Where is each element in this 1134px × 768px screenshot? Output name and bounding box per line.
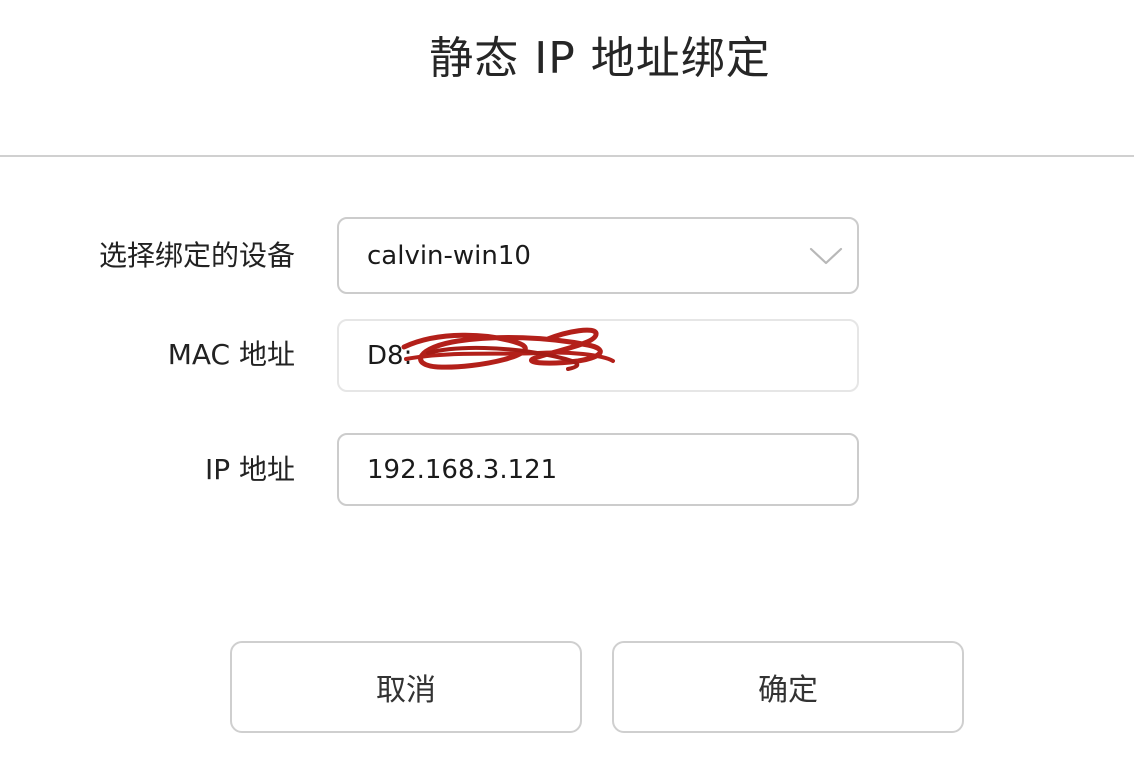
mac-address-value: D8: — [367, 340, 413, 371]
title-divider — [0, 155, 1134, 157]
device-select[interactable]: calvin-win10 — [337, 217, 859, 294]
device-select-value: calvin-win10 — [367, 240, 531, 271]
device-select-label: 选择绑定的设备 — [98, 239, 295, 272]
confirm-button[interactable]: 确定 — [612, 641, 964, 733]
mac-address-label: MAC 地址 — [167, 338, 295, 371]
mac-address-field: D8: — [337, 319, 859, 392]
chevron-down-icon[interactable] — [809, 246, 843, 266]
ip-address-label: IP 地址 — [204, 453, 295, 486]
ip-address-input[interactable]: 192.168.3.121 — [337, 433, 859, 506]
static-ip-binding-dialog: 静态 IP 地址绑定 选择绑定的设备 calvin-win10 MAC 地址 D… — [0, 0, 1134, 768]
cancel-button[interactable]: 取消 — [230, 641, 582, 733]
dialog-title: 静态 IP 地址绑定 — [429, 33, 771, 84]
ip-address-value: 192.168.3.121 — [367, 454, 558, 485]
